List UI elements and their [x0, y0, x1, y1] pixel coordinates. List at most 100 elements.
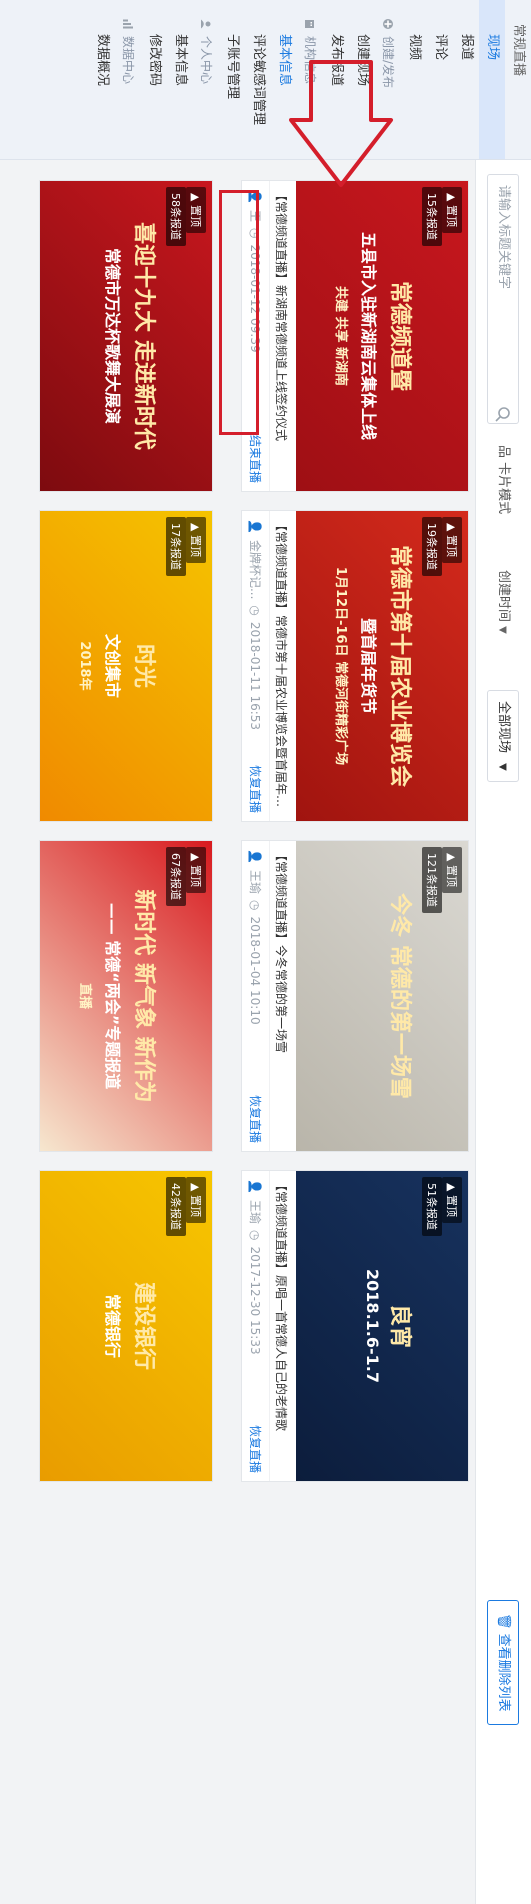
cover-text-line-1: 新时代 新气象 新作为: [131, 889, 156, 1103]
card-title[interactable]: 【常德频道直播】今冬常德的第一场雪: [270, 841, 296, 1151]
live-card[interactable]: ▲ 置顶 67条报道 新时代 新气象 新作为 —— 常德“两会”专题报道 直播: [39, 840, 213, 1152]
sidebar-section-live: 现场 报道 评论 视频: [401, 0, 505, 159]
report-count-badge: 67条报道: [166, 847, 186, 906]
sidebar-head-data: 数据中心: [115, 0, 141, 159]
sidebar-item-publish-report[interactable]: 发布报道: [323, 0, 349, 159]
live-card[interactable]: ▲ 置顶 121条报道 今冬 常德的第一场雪 【常德频道直播】今冬常德的第一场雪…: [241, 840, 469, 1152]
search-input[interactable]: 请输入标题关键字: [487, 174, 519, 424]
card-meta: 👤 金牌杯记... ◷ 2018-01-11 16:53 恢复直播: [242, 511, 270, 821]
sidebar-section-create: 创建/发布 创建现场 发布报道: [323, 0, 401, 159]
card-meta: 👤 王瑜 ◷ 2018-01-04 10:10 恢复直播: [242, 841, 270, 1151]
report-count-badge: 58条报道: [166, 187, 186, 246]
sidebar-head-personal-label: 个人中心: [199, 36, 213, 85]
sidebar-item-personal-info[interactable]: 基本信息: [167, 0, 193, 159]
cover-text-line-2: 2018.1.6-1.7: [363, 1269, 382, 1383]
card-time: 2017-12-30 15:33: [248, 1246, 263, 1355]
pin-top-badge[interactable]: ▲ 置顶: [442, 517, 462, 563]
sidebar-item-reports[interactable]: 报道: [453, 0, 479, 159]
card-cover-image[interactable]: ▲ 置顶 19条报道 常德市第十届农业博览会 暨首届年货节 1月12日-16日 …: [296, 511, 468, 821]
sidebar-item-org-info[interactable]: 基本信息: [271, 0, 297, 159]
card-mode-toggle[interactable]: 品 卡片模式: [487, 445, 519, 514]
card-meta: 👤 王瑜 ◷ 2017-12-30 15:33 恢复直播: [242, 1171, 270, 1481]
card-time: 2018-01-04 10:10: [248, 916, 263, 1025]
report-count-badge: 51条报道: [422, 1177, 442, 1236]
cover-text-line-3: 直播: [77, 982, 92, 1009]
card-cover-image[interactable]: ▲ 置顶 58条报道 喜迎十九大 走进新时代 常德市万达杯歌舞大展演: [40, 181, 212, 491]
live-card[interactable]: ▲ 置顶 15条报道 常德频道暨 五县市入驻新湖南云集体上线 共建 共享 新湖南…: [241, 180, 469, 492]
clock-icon: ◷: [248, 899, 263, 911]
building-icon: [305, 20, 314, 28]
report-count-badge: 17条报道: [166, 517, 186, 576]
cover-text-line-3: 1月12日-16日 常德河街精彩广场: [333, 566, 348, 766]
card-title[interactable]: 【常德频道直播】新湖南常德频道上线签约仪式: [270, 181, 296, 491]
chart-icon: [123, 19, 133, 29]
pin-top-badge[interactable]: ▲ 置顶: [442, 187, 462, 233]
sidebar-section-org: 机构信息 基本信息 评论敏感词管理 子账号管理: [219, 0, 323, 159]
pin-top-badge[interactable]: ▲ 置顶: [186, 187, 206, 233]
sidebar: 常规直播 现场 报道 评论 视频 创建/发布 创建现场 发布报道 机构信息 基本…: [0, 0, 531, 160]
card-cover-image[interactable]: ▲ 置顶 121条报道 今冬 常德的第一场雪: [296, 841, 468, 1151]
sidebar-item-regular-live[interactable]: 常规直播: [505, 0, 531, 159]
sort-create-time[interactable]: 创建时间 ▼: [487, 570, 519, 634]
cover-text-line-1: 常德频道暨: [387, 280, 412, 391]
cover-text-line-2: 五县市入驻新湖南云集体上线: [359, 231, 378, 440]
sort-label: 创建时间: [496, 570, 511, 623]
pin-top-badge[interactable]: ▲ 置顶: [186, 517, 206, 563]
report-count-badge: 121条报道: [422, 847, 442, 913]
sidebar-item-sensitive-words[interactable]: 评论敏感词管理: [245, 0, 271, 159]
pin-top-badge[interactable]: ▲ 置顶: [186, 847, 206, 893]
sidebar-head-data-label: 数据中心: [121, 36, 135, 85]
sidebar-item-change-password[interactable]: 修改密码: [141, 0, 167, 159]
pin-top-badge[interactable]: ▲ 置顶: [186, 1177, 206, 1223]
sidebar-section-personal: 个人中心 基本信息 修改密码: [141, 0, 219, 159]
sidebar-head-personal: 个人中心: [193, 0, 219, 159]
cover-text-line-1: 良宵: [387, 1303, 412, 1348]
view-deleted-button[interactable]: 🗑 查看删除列表: [487, 1600, 519, 1725]
cover-text-line-2: 文创集市: [103, 633, 122, 698]
sidebar-head-org-label: 机构信息: [303, 36, 317, 85]
pin-top-badge[interactable]: ▲ 置顶: [442, 847, 462, 893]
live-card[interactable]: ▲ 置顶 19条报道 常德市第十届农业博览会 暨首届年货节 1月12日-16日 …: [241, 510, 469, 822]
card-title[interactable]: 【常德频道直播】常德市第十届农业博览会暨首届年货节: [270, 511, 296, 821]
sidebar-item-sub-accounts[interactable]: 子账号管理: [219, 0, 245, 159]
search-placeholder: 请输入标题关键字: [496, 185, 511, 290]
card-cover-image[interactable]: ▲ 置顶 42条报道 建设银行 常德银行: [40, 1171, 212, 1481]
live-card[interactable]: ▲ 置顶 51条报道 良宵 2018.1.6-1.7 【常德频道直播】原唱一首常…: [241, 1170, 469, 1482]
author-icon: 👤: [248, 1179, 263, 1194]
sidebar-item-data-overview[interactable]: 数据概况: [89, 0, 115, 159]
card-author: 金牌杯记...: [248, 539, 262, 600]
card-cover-image[interactable]: ▲ 置顶 67条报道 新时代 新气象 新作为 —— 常德“两会”专题报道 直播: [40, 841, 212, 1151]
sidebar-item-create-scene[interactable]: 创建现场: [349, 0, 375, 159]
sidebar-item-video[interactable]: 视频: [401, 0, 427, 159]
card-action-link[interactable]: 恢复直播: [247, 1425, 264, 1473]
cover-text-line-1: 建设银行: [131, 1281, 156, 1370]
card-action-link[interactable]: 结束直播: [247, 435, 264, 483]
card-cover-image[interactable]: ▲ 置顶 51条报道 良宵 2018.1.6-1.7: [296, 1171, 468, 1481]
card-title[interactable]: 【常德频道直播】原唱一首常德人自己的老情歌: [270, 1171, 296, 1481]
card-cover-image[interactable]: ▲ 置顶 17条报道 时光 文创集市 2018年: [40, 511, 212, 821]
live-card[interactable]: ▲ 置顶 17条报道 时光 文创集市 2018年: [39, 510, 213, 822]
sidebar-head-org: 机构信息: [297, 0, 323, 159]
sidebar-head-create: 创建/发布: [375, 0, 401, 159]
live-card[interactable]: ▲ 置顶 58条报道 喜迎十九大 走进新时代 常德市万达杯歌舞大展演: [39, 180, 213, 492]
cover-text-line-1: 时光: [131, 643, 156, 688]
report-count-badge: 42条报道: [166, 1177, 186, 1236]
scene-filter-select[interactable]: 全部现场 ▼: [487, 690, 519, 782]
user-icon: [201, 19, 211, 29]
pin-top-badge[interactable]: ▲ 置顶: [442, 1177, 462, 1223]
card-time: 2018-01-11 16:53: [248, 621, 263, 731]
card-action-link[interactable]: 恢复直播: [247, 1095, 264, 1143]
sidebar-item-comments[interactable]: 评论: [427, 0, 453, 159]
sidebar-item-scene[interactable]: 现场: [479, 0, 505, 159]
card-action-link[interactable]: 恢复直播: [247, 765, 264, 813]
sidebar-head-create-label: 创建/发布: [381, 36, 395, 89]
cover-text-line-2: —— 常德“两会”专题报道: [103, 902, 122, 1090]
plus-circle-icon: [383, 19, 393, 29]
live-card[interactable]: ▲ 置顶 42条报道 建设银行 常德银行: [39, 1170, 213, 1482]
card-author: 王瑜: [248, 869, 262, 894]
cover-text-line-1: 常德市第十届农业博览会: [387, 544, 412, 787]
clock-icon: ◷: [248, 605, 263, 616]
trash-icon: 🗑: [496, 1613, 511, 1630]
card-cover-image[interactable]: ▲ 置顶 15条报道 常德频道暨 五县市入驻新湖南云集体上线 共建 共享 新湖南: [296, 181, 468, 491]
search-icon[interactable]: [492, 405, 512, 425]
